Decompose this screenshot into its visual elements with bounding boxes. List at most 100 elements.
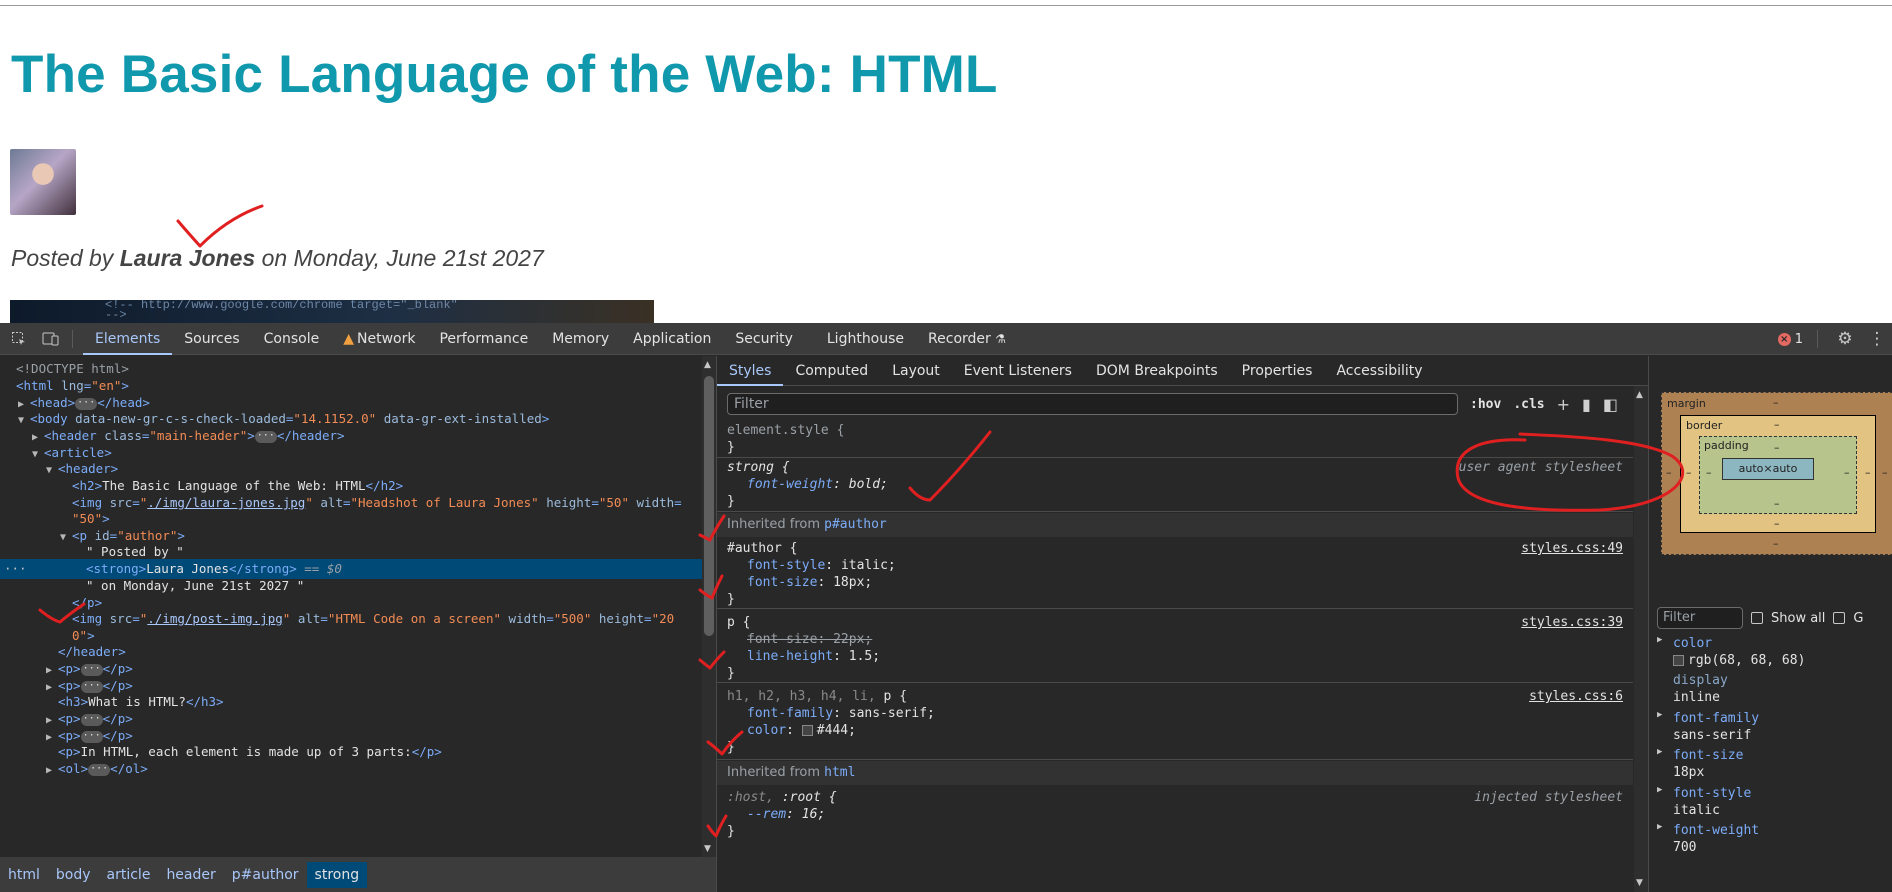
- box-model-content[interactable]: auto×auto: [1722, 458, 1814, 480]
- subtab-computed[interactable]: Computed: [783, 356, 880, 386]
- show-all-checkbox[interactable]: [1751, 612, 1763, 624]
- scroll-down-icon[interactable]: ▼: [1636, 878, 1643, 888]
- inherited-from-link[interactable]: html: [824, 765, 855, 780]
- inherited-from-link[interactable]: p#author: [824, 517, 887, 532]
- rule-author[interactable]: #author { styles.css:49 font-style: ital…: [717, 537, 1633, 609]
- group-label: G: [1853, 610, 1864, 626]
- box-model-border[interactable]: border – – – – padding – – – – auto×auto: [1680, 415, 1876, 533]
- scroll-up-icon[interactable]: ▲: [1636, 390, 1643, 400]
- hov-toggle[interactable]: :hov: [1470, 397, 1501, 412]
- paint-brush-icon[interactable]: ▮: [1582, 395, 1591, 414]
- rule-element-style[interactable]: element.style { }: [717, 422, 1633, 458]
- decl-value[interactable]: 16: [802, 807, 818, 822]
- ellipsis-badge[interactable]: ···: [80, 663, 103, 676]
- tab-memory[interactable]: Memory: [540, 323, 621, 355]
- decl-value[interactable]: italic: [841, 558, 888, 573]
- box-model-margin[interactable]: margin – – – – border – – – – padding – …: [1661, 392, 1892, 555]
- expand-triangle-icon[interactable]: ▶: [1657, 635, 1662, 645]
- padding-left-value: –: [1706, 466, 1712, 479]
- device-toggle-icon[interactable]: [38, 326, 64, 352]
- styles-filter-input[interactable]: Filter: [727, 393, 1458, 415]
- subtab-layout[interactable]: Layout: [880, 356, 952, 386]
- decl-property[interactable]: font-size: [747, 575, 817, 590]
- cls-toggle[interactable]: .cls: [1513, 397, 1544, 412]
- crumb-html[interactable]: html: [0, 862, 48, 888]
- box-model-padding[interactable]: padding – – – – auto×auto: [1699, 436, 1857, 514]
- decl-property[interactable]: line-height: [747, 649, 833, 664]
- crumb-header[interactable]: header: [158, 862, 223, 888]
- computed-prop-font-weight[interactable]: ▶ font-weight 700: [1657, 822, 1887, 856]
- dom-line[interactable]: ▶ <ol> ··· </ol>: [0, 759, 702, 779]
- gear-icon[interactable]: ⚙: [1832, 326, 1858, 352]
- decl-value-overridden[interactable]: 22px: [833, 632, 864, 647]
- subtab-dom-breakpoints[interactable]: DOM Breakpoints: [1084, 356, 1230, 386]
- tab-lighthouse[interactable]: Lighthouse: [815, 323, 916, 355]
- decl-value[interactable]: sans-serif: [849, 706, 927, 721]
- ellipsis-badge[interactable]: ···: [80, 680, 103, 693]
- tab-console[interactable]: Console: [252, 323, 332, 355]
- subtab-properties[interactable]: Properties: [1230, 356, 1325, 386]
- color-swatch[interactable]: [801, 725, 813, 736]
- sidebar-toggle-icon[interactable]: ◧: [1603, 395, 1618, 414]
- crumb-body[interactable]: body: [48, 862, 99, 888]
- tab-sources[interactable]: Sources: [172, 323, 251, 355]
- group-checkbox[interactable]: [1833, 612, 1846, 624]
- decl-value[interactable]: bold: [849, 477, 880, 492]
- tab-performance[interactable]: Performance: [427, 323, 540, 355]
- scroll-down-icon[interactable]: ▼: [704, 844, 711, 854]
- subtab-event-listeners[interactable]: Event Listeners: [952, 356, 1084, 386]
- crumb-strong[interactable]: strong: [306, 861, 368, 888]
- computed-prop-display[interactable]: display inline: [1657, 672, 1887, 706]
- expand-triangle-icon[interactable]: ▶: [1657, 822, 1662, 832]
- subtab-styles[interactable]: Styles: [717, 356, 784, 386]
- computed-prop-font-size[interactable]: ▶ font-size 18px: [1657, 747, 1887, 781]
- decl-property-overridden[interactable]: font-size: [747, 632, 817, 647]
- expand-triangle-icon[interactable]: ▶: [46, 761, 58, 781]
- computed-prop-color[interactable]: ▶ color rgb(68, 68, 68): [1657, 635, 1887, 669]
- ellipsis-badge[interactable]: ···: [80, 730, 103, 743]
- computed-filter-input[interactable]: Filter: [1657, 607, 1743, 629]
- computed-prop-font-style[interactable]: ▶ font-style italic: [1657, 785, 1887, 819]
- ellipsis-badge[interactable]: ···: [80, 713, 103, 726]
- decl-property[interactable]: font-weight: [747, 477, 833, 492]
- scroll-up-icon[interactable]: ▲: [704, 360, 711, 370]
- rule-source-link[interactable]: styles.css:49: [1521, 541, 1623, 556]
- decl-property[interactable]: font-style: [747, 558, 825, 573]
- decl-property[interactable]: --rem: [747, 807, 786, 822]
- ellipsis-badge[interactable]: ···: [254, 430, 277, 443]
- expand-triangle-icon[interactable]: ▶: [1657, 710, 1662, 720]
- tab-application[interactable]: Application: [621, 323, 723, 355]
- expand-triangle-icon[interactable]: ▶: [1657, 747, 1662, 757]
- ellipsis-badge[interactable]: ···: [88, 763, 111, 776]
- rule-p[interactable]: p { styles.css:39 font-size: 22px; line-…: [717, 610, 1633, 683]
- inspect-icon[interactable]: [6, 326, 32, 352]
- new-rule-icon[interactable]: +: [1557, 395, 1570, 414]
- decl-property[interactable]: color: [747, 723, 786, 738]
- tab-network[interactable]: ▲ Network: [331, 323, 427, 355]
- scroll-thumb[interactable]: [704, 376, 714, 636]
- decl-value[interactable]: #444: [817, 723, 848, 738]
- kebab-menu-icon[interactable]: ⋮: [1869, 326, 1886, 352]
- error-counter[interactable]: × 1: [1777, 332, 1803, 347]
- crumb-article[interactable]: article: [99, 862, 159, 888]
- expand-triangle-icon[interactable]: ▶: [1657, 785, 1662, 795]
- decl-value[interactable]: 1.5: [849, 649, 872, 664]
- rule-source-link[interactable]: styles.css:39: [1521, 615, 1623, 630]
- decl-value[interactable]: 18px: [833, 575, 864, 590]
- subtab-accessibility[interactable]: Accessibility: [1324, 356, 1434, 386]
- dom-tree-scrollbar[interactable]: ▲ ▼: [702, 356, 716, 857]
- rule-headings-p[interactable]: h1, h2, h3, h4, li, p { styles.css:6 fon…: [717, 684, 1633, 760]
- color-swatch[interactable]: [1673, 655, 1684, 666]
- border-top-value: –: [1774, 418, 1780, 431]
- tab-elements[interactable]: Elements: [83, 323, 173, 355]
- tab-recorder[interactable]: Recorder ⚗: [916, 323, 1018, 355]
- styles-scrollbar[interactable]: ▲ ▼: [1634, 386, 1648, 892]
- tab-security[interactable]: Security: [723, 323, 805, 355]
- ellipsis-badge[interactable]: ···: [75, 397, 98, 410]
- decl-property[interactable]: font-family: [747, 706, 833, 721]
- rule-root[interactable]: :host, :root { injected stylesheet --rem…: [717, 785, 1633, 857]
- rule-strong[interactable]: strong { user agent stylesheet font-weig…: [717, 459, 1633, 512]
- rule-source-link[interactable]: styles.css:6: [1529, 689, 1623, 704]
- crumb-p-author[interactable]: p#author: [224, 862, 307, 888]
- computed-prop-font-family[interactable]: ▶ font-family sans-serif: [1657, 710, 1887, 744]
